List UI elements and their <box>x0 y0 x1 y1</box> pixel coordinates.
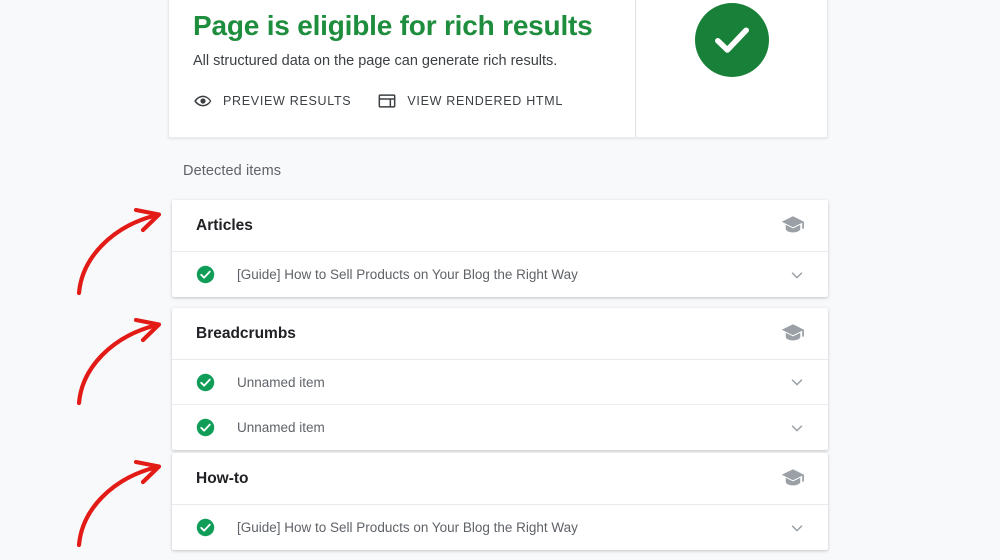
status-card-actions: PREVIEW RESULTS VIEW RENDERED HTML <box>193 91 563 111</box>
card-title: Breadcrumbs <box>196 325 780 343</box>
list-item-label: Unnamed item <box>237 375 788 390</box>
page-root: Page is eligible for rich results All st… <box>0 0 1000 560</box>
check-circle-icon <box>196 265 215 284</box>
rich-results-status-card: Page is eligible for rich results All st… <box>168 0 828 138</box>
annotation-arrow-to-breadcrumbs <box>62 308 172 413</box>
card-title: Articles <box>196 217 780 235</box>
list-item-label: Unnamed item <box>237 420 788 435</box>
check-circle-icon <box>196 518 215 537</box>
list-item-label: [Guide] How to Sell Products on Your Blo… <box>237 520 788 535</box>
chevron-down-icon[interactable] <box>788 519 806 537</box>
page-title: Page is eligible for rich results <box>193 9 611 43</box>
chevron-down-icon[interactable] <box>788 419 806 437</box>
chevron-down-icon[interactable] <box>788 373 806 391</box>
eye-icon <box>193 91 213 111</box>
status-card-right <box>636 0 827 137</box>
detected-items-label: Detected items <box>183 163 281 179</box>
card-header[interactable]: Breadcrumbs <box>172 308 828 360</box>
check-circle-icon <box>695 3 769 77</box>
list-item[interactable]: Unnamed item <box>172 360 828 405</box>
page-subtitle: All structured data on the page can gene… <box>193 51 611 71</box>
detected-card-howto: How-to [Guide] How to Sell Products on Y… <box>172 453 828 550</box>
graduation-cap-icon <box>780 321 806 347</box>
annotation-arrow-to-articles <box>62 198 172 303</box>
view-rendered-html-label: VIEW RENDERED HTML <box>407 94 563 108</box>
chevron-down-icon[interactable] <box>788 266 806 284</box>
graduation-cap-icon <box>780 466 806 492</box>
card-title: How-to <box>196 470 780 488</box>
card-header[interactable]: Articles <box>172 200 828 252</box>
annotation-arrow-to-howto <box>62 450 172 555</box>
detected-card-breadcrumbs: Breadcrumbs Unnamed item <box>172 308 828 450</box>
view-rendered-html-button[interactable]: VIEW RENDERED HTML <box>377 91 563 111</box>
detected-card-articles: Articles [Guide] How to Sell Products on… <box>172 200 828 297</box>
list-item[interactable]: [Guide] How to Sell Products on Your Blo… <box>172 252 828 297</box>
card-header[interactable]: How-to <box>172 453 828 505</box>
list-item[interactable]: Unnamed item <box>172 405 828 450</box>
preview-results-label: PREVIEW RESULTS <box>223 94 351 108</box>
preview-results-button[interactable]: PREVIEW RESULTS <box>193 91 351 111</box>
graduation-cap-icon <box>780 213 806 239</box>
status-card-left: Page is eligible for rich results All st… <box>169 0 636 137</box>
check-circle-icon <box>196 418 215 437</box>
list-item[interactable]: [Guide] How to Sell Products on Your Blo… <box>172 505 828 550</box>
rendered-html-icon <box>377 91 397 111</box>
check-circle-icon <box>196 373 215 392</box>
list-item-label: [Guide] How to Sell Products on Your Blo… <box>237 267 788 282</box>
